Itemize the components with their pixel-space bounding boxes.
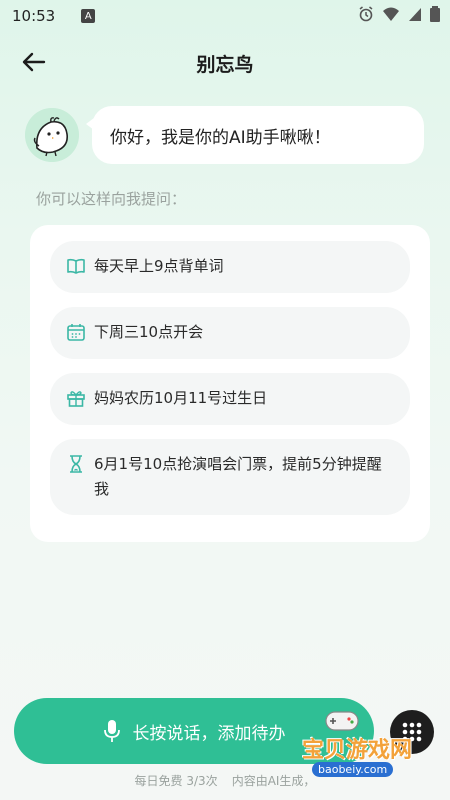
calendar-icon — [67, 324, 85, 341]
menu-grid-button[interactable] — [390, 710, 434, 754]
greeting-bubble: 你好，我是你的AI助手啾啾！ — [92, 106, 424, 164]
microphone-icon — [103, 719, 121, 743]
suggestion-text: 6月1号10点抢演唱会门票，提前5分钟提醒我 — [94, 455, 382, 498]
suggestion-item[interactable]: 每天早上9点背单词 — [50, 241, 410, 293]
suggestion-item[interactable]: 下周三10点开会 — [50, 307, 410, 359]
suggestion-text: 每天早上9点背单词 — [94, 257, 224, 275]
wifi-icon — [383, 7, 399, 21]
signal-icon — [409, 8, 421, 21]
hint-text: 你可以这样向我提问： — [36, 190, 187, 208]
notification-a-icon: A — [81, 9, 96, 23]
battery-icon — [430, 6, 440, 22]
suggestion-item[interactable]: 6月1号10点抢演唱会门票，提前5分钟提醒我 — [50, 439, 410, 515]
book-icon — [67, 258, 85, 274]
app-bar: 别忘鸟 — [0, 40, 450, 84]
usage-quota: 每日免费 3/3次 — [134, 774, 218, 788]
assistant-avatar — [25, 108, 79, 162]
page-title: 别忘鸟 — [196, 54, 254, 76]
voice-button-label: 长按说话，添加待办 — [132, 723, 286, 744]
grid-dots-icon — [402, 722, 422, 742]
suggestion-item[interactable]: 妈妈农历10月11号过生日 — [50, 373, 410, 425]
status-time: 10:53 — [12, 7, 56, 25]
suggestion-text: 妈妈农历10月11号过生日 — [94, 389, 268, 407]
suggestions-card: 每天早上9点背单词 下周三10点开会 妈妈农历10月11号过生日 6月1号10点… — [30, 225, 430, 542]
voice-input-button[interactable]: 长按说话，添加待办 — [14, 698, 374, 764]
status-icons — [358, 6, 440, 22]
bird-avatar-icon — [25, 108, 79, 162]
suggestion-text: 下周三10点开会 — [94, 323, 204, 341]
alarm-icon — [359, 6, 373, 22]
greeting-text: 你好，我是你的AI助手啾啾！ — [110, 127, 331, 148]
status-bar: 10:53 A — [0, 0, 450, 32]
hourglass-icon — [70, 455, 82, 473]
gift-icon — [67, 391, 85, 407]
ai-disclaimer: 内容由AI生成， — [231, 774, 316, 788]
footer: 每日免费 3/3次 内容由AI生成， — [0, 772, 450, 789]
